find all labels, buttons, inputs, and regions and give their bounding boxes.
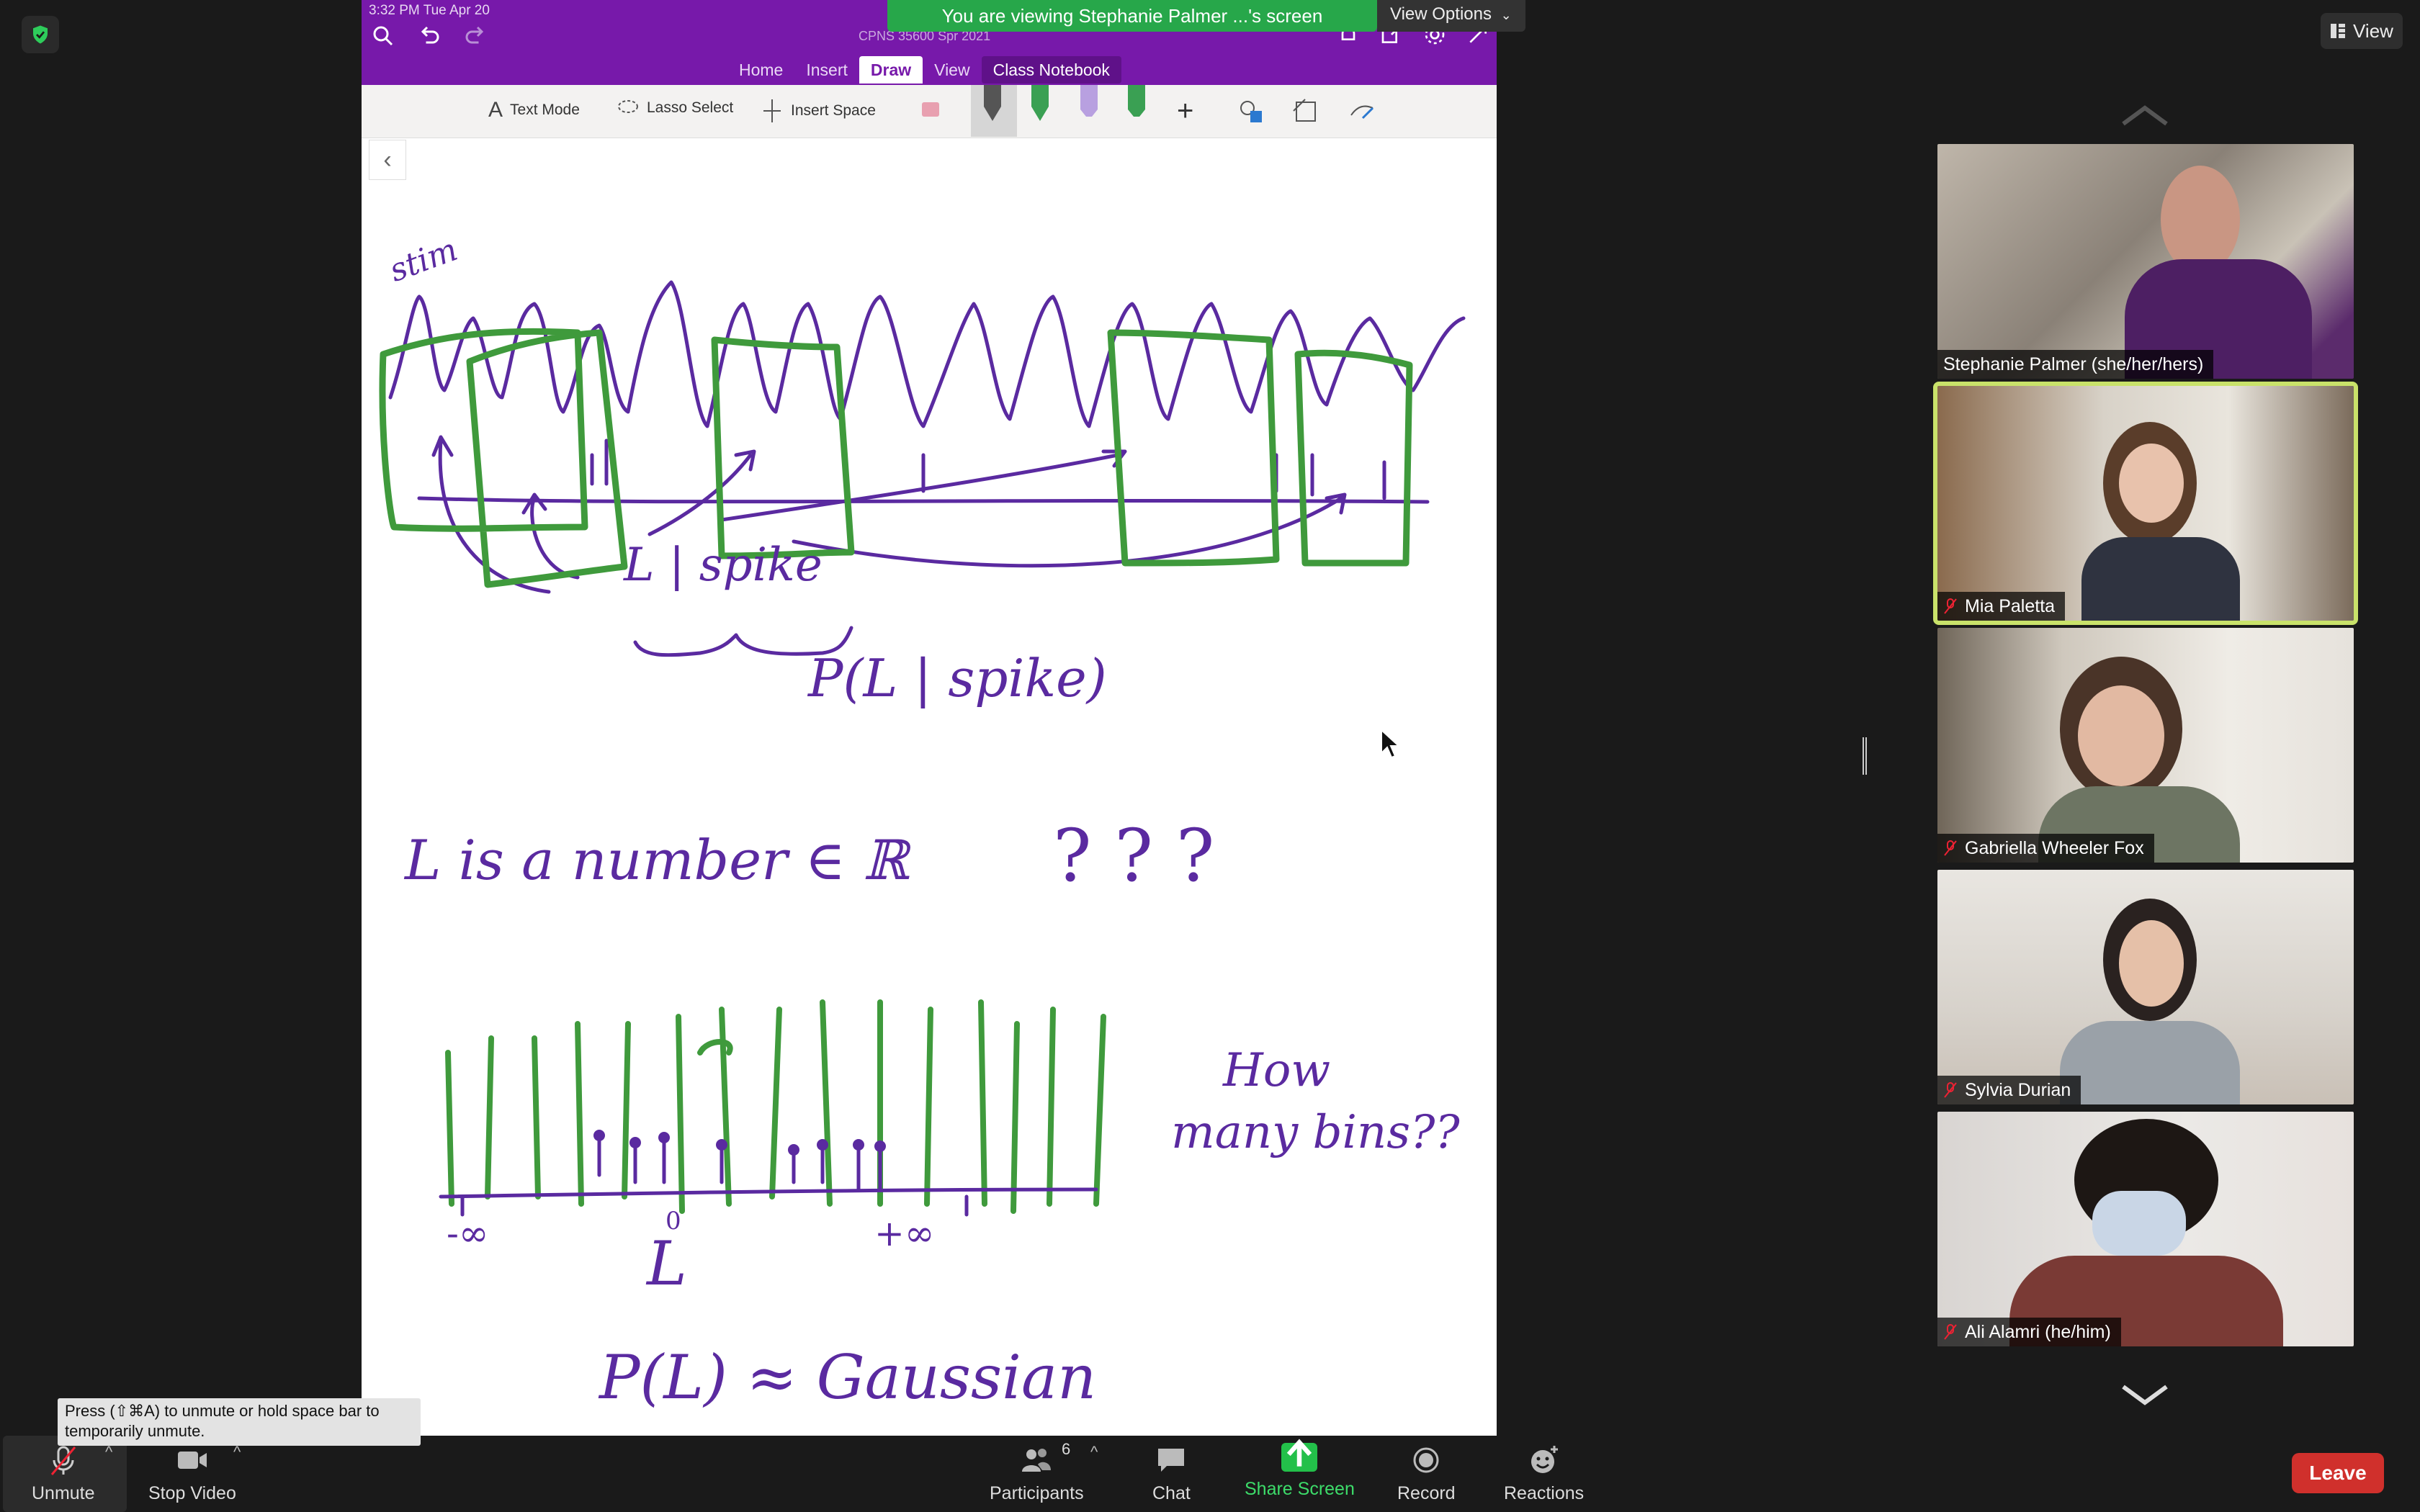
viewing-banner: You are viewing Stephanie Palmer ...'s s… <box>887 0 1377 32</box>
text-mode-icon: A <box>488 98 503 122</box>
participant-name: Gabriella Wheeler Fox <box>1965 838 2144 858</box>
ink-histogram-bins <box>445 999 1106 1214</box>
participants-count: 6 <box>1062 1440 1071 1458</box>
video-tile-mia[interactable]: Mia Paletta <box>1933 382 2358 625</box>
smiley-icon <box>1531 1446 1558 1473</box>
highlighter-lavender[interactable] <box>1075 85 1103 128</box>
meeting-toolbar: Unmute ^ Stop Video ^ Participants 6 ^ C… <box>0 1436 2420 1512</box>
panel-splitter[interactable] <box>1863 737 1867 775</box>
ink-lollipop-heads <box>593 1130 886 1156</box>
shapes-icon[interactable] <box>1237 98 1266 127</box>
ink-lollipops <box>597 1137 882 1192</box>
grid-view-icon <box>2331 24 2346 38</box>
ink-text-question-marks: ? ? ? <box>1053 814 1215 898</box>
tab-insert[interactable]: Insert <box>794 56 859 84</box>
tab-home[interactable]: Home <box>727 56 794 84</box>
person-face <box>2078 685 2164 786</box>
ink-replay-icon[interactable] <box>1348 98 1377 127</box>
chat-button[interactable]: Chat <box>1152 1443 1191 1504</box>
lasso-icon <box>618 100 638 113</box>
eraser-pen[interactable] <box>916 89 945 132</box>
ink-text-how: How <box>1223 1044 1331 1097</box>
ink-text-l-axis: L <box>647 1228 687 1299</box>
stop-video-button[interactable]: Stop Video <box>148 1443 236 1504</box>
ink-spike-ticks <box>590 438 1386 500</box>
video-camera-icon <box>177 1452 207 1469</box>
security-shield-icon[interactable] <box>22 16 59 53</box>
view-options-button[interactable]: View Options ⌄ <box>1377 0 1525 32</box>
ink-text-p-l-spike: P(L | spike) <box>808 648 1107 708</box>
ink-to-shape-icon[interactable] <box>1291 96 1322 128</box>
view-label: View <box>2353 19 2393 42</box>
ribbon-tabs: Home Insert Draw View Class Notebook <box>727 56 1121 84</box>
reactions-button[interactable]: Reactions <box>1504 1443 1584 1504</box>
undo-icon[interactable] <box>416 23 442 49</box>
participants-icon <box>1022 1449 1052 1472</box>
participant-name: Mia Paletta <box>1965 596 2056 616</box>
video-tile-ali[interactable]: Ali Alamri (he/him) <box>1937 1112 2354 1346</box>
draw-ribbon: A Text Mode Lasso Select Insert Space + <box>362 85 1497 138</box>
pen-black[interactable] <box>978 85 1007 128</box>
participant-name: Stephanie Palmer (she/her/hers) <box>1943 354 2204 374</box>
participants-options-caret-icon[interactable]: ^ <box>1090 1443 1098 1462</box>
person-face <box>2119 920 2184 1007</box>
tab-view[interactable]: View <box>923 56 981 84</box>
face-mask <box>2092 1191 2186 1256</box>
ink-text-p-l-gaussian: P(L) ≈ Gaussian <box>599 1342 1097 1413</box>
person-avatar <box>2161 166 2240 274</box>
person-body <box>2081 537 2240 621</box>
share-screen-button[interactable]: Share Screen <box>1245 1439 1355 1500</box>
tab-class-notebook[interactable]: Class Notebook <box>981 56 1121 84</box>
ink-text-pos-inf: +∞ <box>874 1212 935 1254</box>
participant-name: Sylvia Durian <box>1965 1080 2071 1100</box>
mouse-cursor-icon <box>1381 729 1401 759</box>
participant-name: Ali Alamri (he/him) <box>1965 1322 2111 1342</box>
ink-text-l-number: L is a number ∈ ℝ <box>405 828 909 892</box>
ink-histogram-axis <box>439 1187 1098 1217</box>
ink-text-l-spike: L | spike <box>624 539 823 592</box>
unmute-tooltip: Press (⇧⌘A) to unmute or hold space bar … <box>58 1398 421 1446</box>
insert-space-button[interactable]: Insert Space <box>761 98 876 124</box>
tab-draw[interactable]: Draw <box>859 56 923 84</box>
record-button[interactable]: Record <box>1397 1443 1456 1504</box>
insert-space-icon <box>763 99 781 122</box>
video-tile-sylvia[interactable]: Sylvia Durian <box>1937 870 2354 1104</box>
muted-mic-icon <box>1944 1324 1957 1340</box>
unmute-button[interactable]: Unmute <box>32 1443 95 1504</box>
search-icon[interactable] <box>370 23 396 49</box>
person-face <box>2119 444 2184 523</box>
add-pen-icon[interactable]: + <box>1177 95 1193 127</box>
status-time: 3:32 PM Tue Apr 20 <box>369 3 490 18</box>
redo-icon[interactable] <box>462 23 488 49</box>
muted-mic-icon <box>1944 840 1957 856</box>
highlighter-green[interactable] <box>1122 85 1151 128</box>
muted-mic-icon <box>1944 1082 1957 1098</box>
ink-text-neg-inf: -∞ <box>447 1212 489 1254</box>
shared-screen: 3:32 PM Tue Apr 20 CPNS 35600 Spr 2021 H… <box>362 0 1497 1436</box>
ink-text-many-bins: many bins?? <box>1171 1106 1460 1159</box>
chevron-down-icon: ⌄ <box>1500 8 1512 22</box>
lasso-select-button[interactable]: Lasso Select <box>617 98 733 118</box>
view-button[interactable]: View <box>2321 13 2403 49</box>
share-screen-icon <box>1281 1439 1318 1472</box>
leave-button[interactable]: Leave <box>2292 1453 2384 1493</box>
gallery-up-chevron-icon[interactable] <box>2116 101 2174 130</box>
muted-microphone-icon <box>50 1446 76 1475</box>
text-mode-button[interactable]: A Text Mode <box>488 98 580 122</box>
video-tile-gabriella[interactable]: Gabriella Wheeler Fox <box>1937 628 2354 863</box>
record-icon <box>1413 1447 1439 1473</box>
muted-mic-icon <box>1944 598 1957 614</box>
video-tile-stephanie[interactable]: Stephanie Palmer (she/her/hers) <box>1937 144 2354 379</box>
ink-arrows <box>431 435 1347 594</box>
gallery-down-chevron-icon[interactable] <box>2116 1381 2174 1410</box>
pen-green[interactable] <box>1026 85 1054 128</box>
chat-icon <box>1158 1449 1185 1472</box>
ink-green-windows <box>379 328 1413 588</box>
person-body <box>2060 1021 2240 1104</box>
